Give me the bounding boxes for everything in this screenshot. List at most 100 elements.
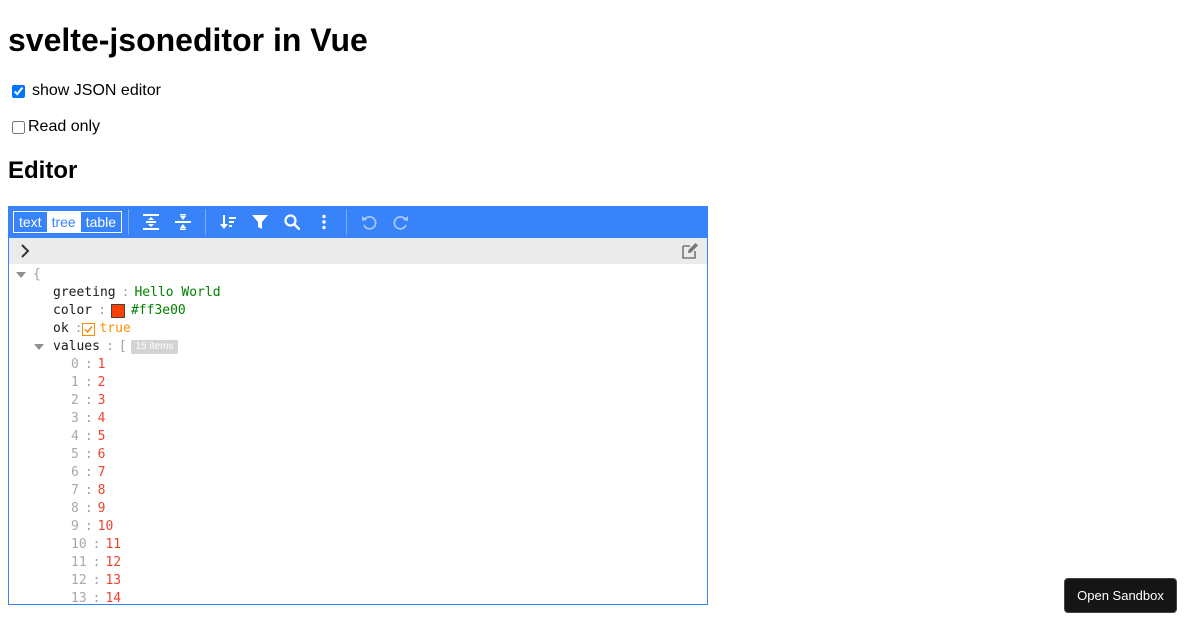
array-value[interactable]: 11	[105, 536, 121, 554]
values-bracket: [	[118, 339, 127, 354]
greeting-value[interactable]: Hello World	[134, 284, 220, 302]
open-sandbox-button[interactable]: Open Sandbox	[1064, 578, 1177, 613]
color-swatch[interactable]	[110, 304, 125, 318]
values-row: values : [ 15 items	[33, 338, 179, 356]
array-item-row: 1:2	[71, 374, 105, 392]
array-item-row: 9:10	[71, 518, 113, 536]
edit-icon[interactable]	[681, 242, 699, 260]
colon: :	[84, 411, 93, 426]
array-index: 8	[71, 501, 79, 516]
array-index: 2	[71, 393, 79, 408]
array-item-row: 6:7	[71, 464, 105, 482]
expand-all-icon	[143, 214, 160, 230]
colon: :	[98, 303, 106, 318]
undo-button[interactable]	[353, 206, 385, 238]
array-index: 4	[71, 429, 79, 444]
array-item-row: 2:3	[71, 392, 105, 410]
colon: :	[92, 573, 101, 588]
ok-value[interactable]: true	[99, 320, 130, 338]
show-editor-label: show JSON editor	[32, 82, 161, 99]
more-icon	[322, 214, 326, 230]
array-index: 13	[71, 591, 87, 604]
array-value[interactable]: 8	[98, 482, 106, 500]
redo-icon	[393, 215, 409, 230]
array-value[interactable]: 7	[98, 464, 106, 482]
caret-down-icon[interactable]	[33, 341, 45, 353]
mode-tree-button[interactable]: tree	[46, 212, 81, 232]
collapse-all-icon	[175, 214, 192, 230]
sort-icon	[220, 215, 237, 229]
search-button[interactable]	[276, 206, 308, 238]
ok-key[interactable]: ok	[53, 320, 69, 338]
array-value[interactable]: 14	[105, 590, 121, 604]
colon: :	[84, 483, 93, 498]
json-editor: text tree table {greeting: Hello World…	[8, 206, 708, 605]
menu-separator	[128, 209, 130, 235]
mode-table-button[interactable]: table	[81, 212, 121, 232]
undo-icon	[362, 215, 377, 230]
ok-row: ok : true	[53, 320, 131, 338]
show-editor-checkbox[interactable]	[12, 84, 25, 98]
array-item-row: 12:13	[71, 572, 121, 590]
sort-button[interactable]	[212, 206, 244, 238]
array-index: 10	[71, 537, 87, 552]
array-index: 11	[71, 555, 87, 570]
mode-switcher: text tree table	[13, 211, 123, 233]
colon: :	[74, 321, 83, 336]
greeting-key[interactable]: greeting	[53, 284, 116, 302]
chevron-right-icon[interactable]	[17, 242, 35, 260]
array-index: 6	[71, 465, 79, 480]
array-item-row: 7:8	[71, 482, 105, 500]
filter-button[interactable]	[244, 206, 276, 238]
array-value[interactable]: 6	[98, 446, 106, 464]
array-item-row: 13:14	[71, 590, 121, 604]
colon: :	[84, 519, 93, 534]
array-item-row: 10:11	[71, 536, 121, 554]
mode-text-button[interactable]: text	[14, 212, 47, 232]
color-value[interactable]: #ff3e00	[131, 302, 186, 320]
show-editor-option[interactable]: show JSON editor	[8, 82, 161, 100]
expand-all-button[interactable]	[135, 206, 167, 238]
array-index: 12	[71, 573, 87, 588]
array-index: 5	[71, 447, 79, 462]
colon: :	[121, 285, 130, 300]
array-item-row: 0:1	[71, 356, 105, 374]
menu-separator	[346, 209, 348, 235]
colon: :	[92, 537, 101, 552]
color-row: color : #ff3e00	[53, 302, 186, 320]
array-item-row: 4:5	[71, 428, 105, 446]
read-only-option[interactable]: Read only	[8, 118, 100, 136]
filter-icon	[252, 215, 269, 229]
array-value[interactable]: 10	[98, 518, 114, 536]
colon: :	[84, 375, 93, 390]
array-index: 7	[71, 483, 79, 498]
array-value[interactable]: 2	[98, 374, 106, 392]
read-only-checkbox[interactable]	[12, 120, 25, 134]
array-item-row: 8:9	[71, 500, 105, 518]
redo-button[interactable]	[385, 206, 417, 238]
colon: :	[92, 591, 101, 604]
caret-down-icon[interactable]	[15, 269, 27, 281]
array-value[interactable]: 1	[98, 356, 106, 374]
array-value[interactable]: 9	[98, 500, 106, 518]
json-tree: { greeting : Hello World color : #ff3e00…	[9, 264, 707, 604]
collapse-all-button[interactable]	[167, 206, 199, 238]
values-key[interactable]: values	[53, 338, 100, 356]
array-value[interactable]: 4	[98, 410, 106, 428]
colon: :	[84, 393, 93, 408]
array-index: 1	[71, 375, 79, 390]
editor-menu: text tree table	[9, 206, 707, 238]
array-value[interactable]: 3	[98, 392, 106, 410]
items-count-tag[interactable]: 15 items	[130, 340, 179, 354]
array-value[interactable]: 12	[105, 554, 121, 572]
array-index: 3	[71, 411, 79, 426]
root-row: {	[15, 266, 41, 284]
boolean-checkbox-icon[interactable]	[82, 322, 96, 336]
array-index: 9	[71, 519, 79, 534]
array-value[interactable]: 5	[98, 428, 106, 446]
colon: :	[92, 555, 101, 570]
array-value[interactable]: 13	[105, 572, 121, 590]
page-title: svelte-jsoneditor in Vue	[8, 22, 368, 58]
color-key[interactable]: color	[53, 302, 92, 320]
more-button[interactable]	[308, 206, 340, 238]
